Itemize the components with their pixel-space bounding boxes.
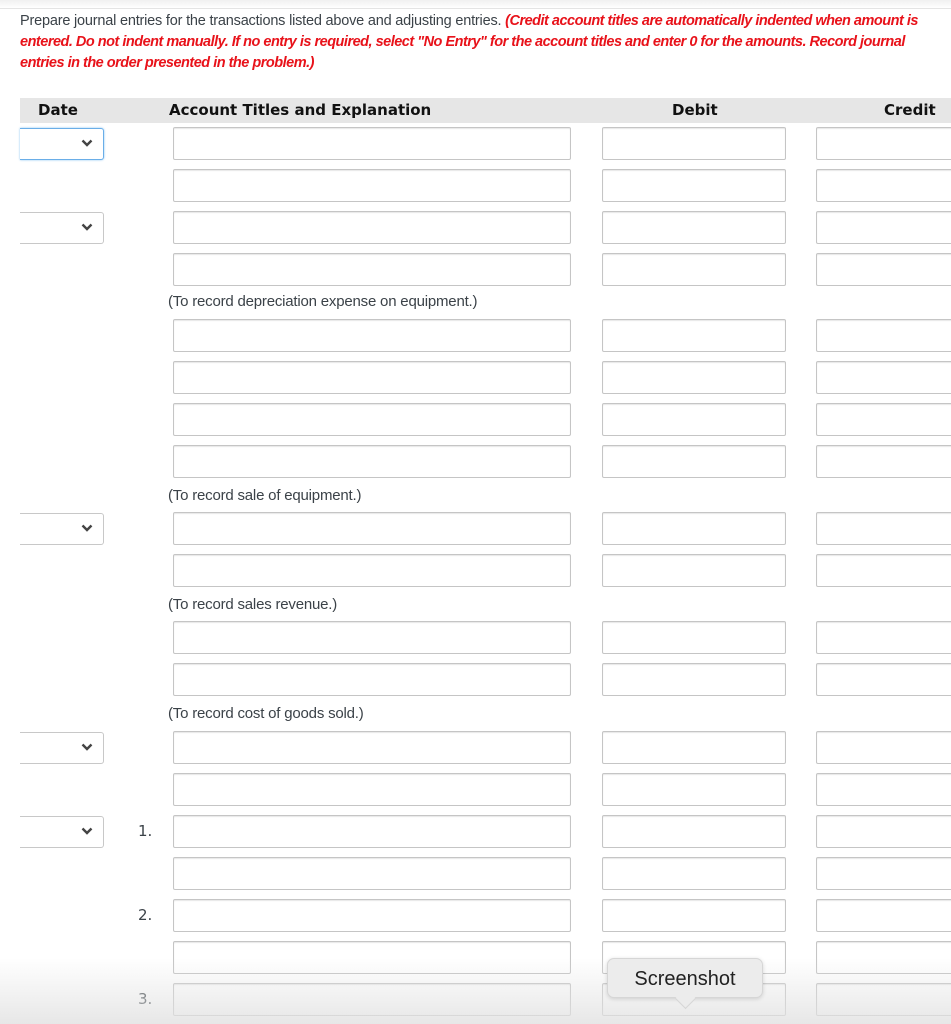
debit-input[interactable] [602, 663, 786, 696]
credit-input[interactable] [816, 554, 951, 587]
entry-note: (To record depreciation expense on equip… [168, 293, 478, 310]
chevron-down-icon [81, 139, 93, 147]
credit-input[interactable] [816, 621, 951, 654]
credit-input[interactable] [816, 815, 951, 848]
instructions: Prepare journal entries for the transact… [20, 11, 930, 74]
date-select[interactable] [20, 212, 104, 244]
account-input[interactable] [173, 169, 571, 202]
account-input[interactable] [173, 773, 571, 806]
account-input[interactable] [173, 815, 571, 848]
entry-number: 3. [138, 990, 153, 1008]
credit-input[interactable] [816, 983, 951, 1016]
debit-input[interactable] [602, 319, 786, 352]
entry-number: 2. [138, 906, 153, 924]
credit-input[interactable] [816, 361, 951, 394]
credit-input[interactable] [816, 731, 951, 764]
account-input[interactable] [173, 731, 571, 764]
debit-input[interactable] [602, 169, 786, 202]
credit-input[interactable] [816, 899, 951, 932]
credit-input[interactable] [816, 445, 951, 478]
debit-input[interactable] [602, 857, 786, 890]
header-debit: Debit [672, 101, 718, 119]
credit-input[interactable] [816, 941, 951, 974]
account-input[interactable] [173, 403, 571, 436]
credit-input[interactable] [816, 403, 951, 436]
debit-input[interactable] [602, 127, 786, 160]
chevron-down-icon [81, 743, 93, 751]
screenshot-tooltip: Screenshot [607, 958, 763, 1010]
table-header: Date Account Titles and Explanation Debi… [20, 98, 951, 123]
debit-input[interactable] [602, 445, 786, 478]
date-select[interactable] [20, 816, 104, 848]
account-input[interactable] [173, 663, 571, 696]
debit-input[interactable] [602, 211, 786, 244]
credit-input[interactable] [816, 127, 951, 160]
header-date: Date [38, 101, 78, 119]
account-input[interactable] [173, 361, 571, 394]
date-select[interactable] [20, 128, 104, 160]
entry-note: (To record cost of goods sold.) [168, 705, 364, 722]
credit-input[interactable] [816, 211, 951, 244]
debit-input[interactable] [602, 403, 786, 436]
account-input[interactable] [173, 319, 571, 352]
credit-input[interactable] [816, 773, 951, 806]
account-input[interactable] [173, 621, 571, 654]
chevron-down-icon [81, 524, 93, 532]
entry-note: (To record sale of equipment.) [168, 487, 362, 504]
instructions-text: Prepare journal entries for the transact… [20, 13, 506, 29]
account-input[interactable] [173, 445, 571, 478]
date-select[interactable] [20, 732, 104, 764]
debit-input[interactable] [602, 621, 786, 654]
account-input[interactable] [173, 554, 571, 587]
account-input[interactable] [173, 857, 571, 890]
debit-input[interactable] [602, 554, 786, 587]
credit-input[interactable] [816, 319, 951, 352]
debit-input[interactable] [602, 512, 786, 545]
top-divider [0, 0, 951, 9]
header-credit: Credit [884, 101, 936, 119]
debit-input[interactable] [602, 815, 786, 848]
account-input[interactable] [173, 211, 571, 244]
credit-input[interactable] [816, 169, 951, 202]
debit-input[interactable] [602, 899, 786, 932]
account-input[interactable] [173, 983, 571, 1016]
header-account: Account Titles and Explanation [169, 101, 432, 119]
debit-input[interactable] [602, 773, 786, 806]
entry-note: (To record sales revenue.) [168, 596, 338, 613]
credit-input[interactable] [816, 857, 951, 890]
account-input[interactable] [173, 253, 571, 286]
debit-input[interactable] [602, 361, 786, 394]
credit-input[interactable] [816, 663, 951, 696]
entry-number: 1. [138, 822, 153, 840]
account-input[interactable] [173, 512, 571, 545]
debit-input[interactable] [602, 731, 786, 764]
chevron-down-icon [81, 827, 93, 835]
account-input[interactable] [173, 941, 571, 974]
chevron-down-icon [81, 223, 93, 231]
account-input[interactable] [173, 127, 571, 160]
credit-input[interactable] [816, 512, 951, 545]
account-input[interactable] [173, 899, 571, 932]
debit-input[interactable] [602, 253, 786, 286]
date-select[interactable] [20, 513, 104, 545]
credit-input[interactable] [816, 253, 951, 286]
